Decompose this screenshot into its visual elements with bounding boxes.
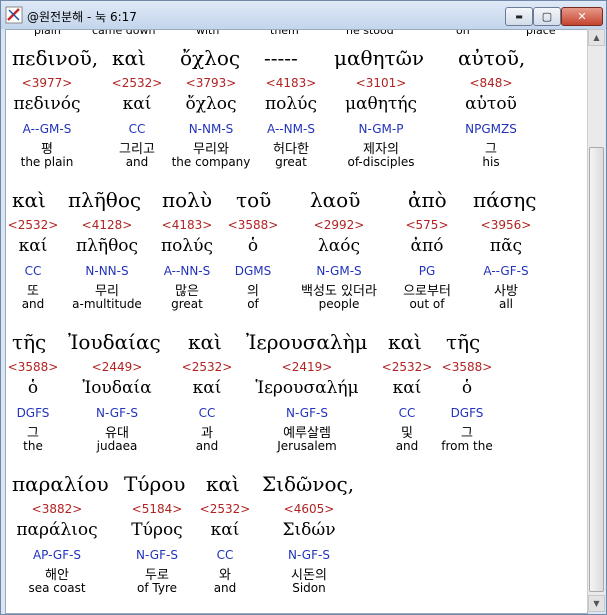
lexical-form: Σιδών xyxy=(282,520,336,540)
greek-word: Ἰερουσαλὴμ xyxy=(246,330,368,354)
lexical-form: μαθητής xyxy=(344,94,418,114)
parsing-code: N-GF-S xyxy=(288,548,330,562)
cut-text: he stood xyxy=(346,29,394,37)
minimize-icon: ▬ xyxy=(515,12,523,21)
english-gloss: sea coast xyxy=(28,581,86,595)
strong-number[interactable]: <2419> xyxy=(252,360,362,374)
parsing-code: CC xyxy=(198,406,216,420)
verse-row: παραλίου <3882> παράλιος AP-GF-S 해안 sea … xyxy=(6,472,587,613)
greek-word: πάσης xyxy=(473,188,537,212)
word-block[interactable]: πάσης <3956> πᾶς A--GF-S 사방 all xyxy=(451,188,561,330)
word-block[interactable]: Ἰερουσαλὴμ <2419> Ἱερουσαλήμ N-GF-S 예루살렘… xyxy=(246,330,368,472)
parsing-code: DGFS xyxy=(450,406,484,420)
english-gloss: from the xyxy=(441,439,493,453)
english-gloss: of-disciples xyxy=(347,155,415,169)
strong-number[interactable]: <848> xyxy=(436,76,546,90)
parsing-code: AP-GF-S xyxy=(32,548,82,562)
greek-word: τῆς xyxy=(446,330,481,354)
lexical-form: παράλιος xyxy=(16,520,98,540)
maximize-button[interactable]: ▢ xyxy=(533,7,561,26)
english-gloss: his xyxy=(482,155,500,169)
window-title: @원전분해 - 눅 6:17 xyxy=(27,10,137,24)
lexical-form: Ἱερουσαλήμ xyxy=(255,378,359,398)
english-gloss: Jerusalem xyxy=(277,439,337,453)
parsing-code: N-GF-S xyxy=(286,406,328,420)
word-block[interactable]: αὐτοῦ, <848> αὑτοῦ NPGMZS 그 his xyxy=(436,46,546,188)
strong-number[interactable]: <3956> xyxy=(451,218,561,232)
word-block[interactable]: Σιδῶνος, <4605> Σιδών N-GF-S 시돈의 Sidon xyxy=(254,472,364,613)
word-block[interactable]: παραλίου <3882> παράλιος AP-GF-S 해안 sea … xyxy=(6,472,112,613)
cut-text: on xyxy=(456,29,470,37)
scroll-down-icon[interactable]: ▼ xyxy=(588,595,605,612)
cut-text: them xyxy=(270,29,299,37)
scroll-up-icon[interactable]: ▲ xyxy=(588,29,605,46)
cut-text: plain xyxy=(34,29,61,37)
maximize-icon: ▢ xyxy=(541,10,553,23)
cut-text: place xyxy=(526,29,556,37)
strong-number[interactable]: <3882> xyxy=(6,502,112,516)
lexical-form: ὁ xyxy=(461,378,473,398)
minimize-button[interactable]: ▬ xyxy=(505,7,533,26)
cut-text: with xyxy=(196,29,220,37)
verse-row: καὶ <2532> καί CC 또 and πλῆθος <4128> πλ… xyxy=(6,188,587,330)
scroll-thumb[interactable] xyxy=(589,147,604,592)
verse-row: πεδινοῦ, <3977> πεδινός A--GM-S 평 the pl… xyxy=(6,46,587,188)
verse-row: τῆς <3588> ὁ DGFS 그 the Ἰουδαίας <2449> … xyxy=(6,330,587,472)
parsing-code: NPGMZS xyxy=(465,122,517,136)
app-icon xyxy=(5,6,23,24)
lexical-form: αὑτοῦ xyxy=(465,94,517,114)
cut-text: came down xyxy=(92,29,156,37)
close-button[interactable]: ✕ xyxy=(561,7,603,26)
vertical-scrollbar[interactable]: ▲ ▼ xyxy=(587,29,605,612)
strong-number[interactable]: <4605> xyxy=(254,502,364,516)
english-gloss: all xyxy=(498,297,514,311)
word-block[interactable]: τῆς <3588> ὁ DGFS 그 from the xyxy=(412,330,522,472)
greek-word: Σιδῶνος, xyxy=(262,472,355,496)
cut-off-row: plain came down with them he stood on pl… xyxy=(6,29,587,38)
lexical-form: καί xyxy=(192,378,222,398)
strong-number[interactable]: <3101> xyxy=(326,76,436,90)
parsing-code: N-GM-P xyxy=(358,122,404,136)
close-icon: ✕ xyxy=(577,10,587,23)
title-bar[interactable]: @원전분해 - 눅 6:17 ▬ ▢ ✕ xyxy=(1,1,606,29)
strong-number[interactable]: <2532> xyxy=(152,360,262,374)
strong-number[interactable]: <3588> xyxy=(412,360,522,374)
greek-word: αὐτοῦ, xyxy=(458,46,526,70)
greek-word: μαθητῶν xyxy=(334,46,425,70)
lexical-form: πᾶς xyxy=(489,236,523,256)
word-block[interactable]: μαθητῶν <3101> μαθητής N-GM-P 제자의 of-dis… xyxy=(326,46,436,188)
english-gloss: Sidon xyxy=(292,581,326,595)
analysis-pane: plain came down with them he stood on pl… xyxy=(5,29,588,614)
parsing-code: A--GF-S xyxy=(483,264,529,278)
app-window: @원전분해 - 눅 6:17 ▬ ▢ ✕ plain came down wit… xyxy=(0,0,607,615)
english-gloss: and xyxy=(195,439,219,453)
